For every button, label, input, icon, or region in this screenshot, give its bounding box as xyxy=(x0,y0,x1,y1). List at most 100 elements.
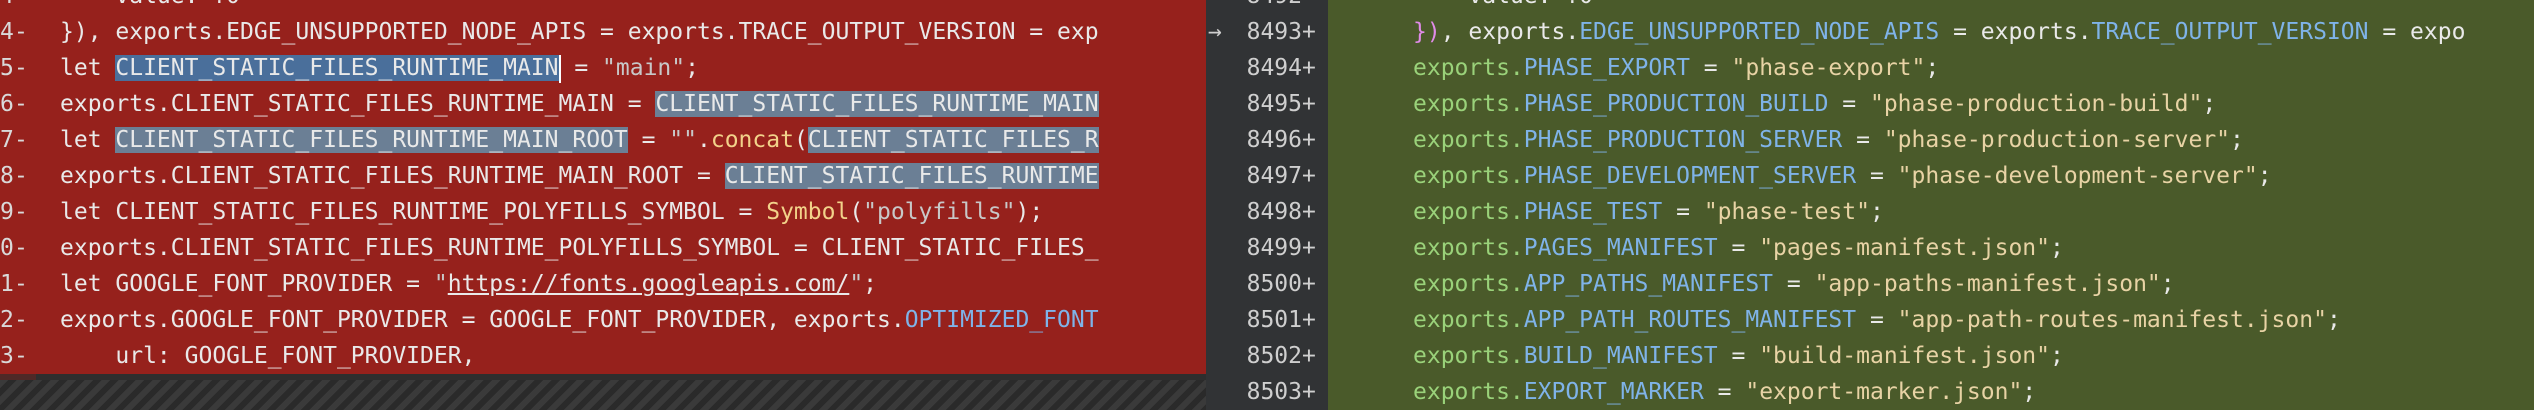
addition-marker: + xyxy=(1302,379,1316,405)
line-number: 9 xyxy=(0,199,14,225)
added-code-line[interactable]: exports.PAGES_MANIFEST = "pages-manifest… xyxy=(1328,230,2534,266)
code-token: ; xyxy=(2202,91,2217,117)
code-token: exports. xyxy=(1413,307,1524,333)
code-token: let xyxy=(60,127,116,153)
addition-marker: + xyxy=(1302,307,1316,333)
addition-marker: + xyxy=(1302,55,1316,81)
deletion-marker: - xyxy=(14,199,28,225)
code-token: exports. xyxy=(1413,127,1524,153)
line-number: 6 xyxy=(0,91,14,117)
code-token: PHASE_TEST xyxy=(1523,199,1663,225)
line-number: 7 xyxy=(0,127,14,153)
line-code: exports.PHASE_PRODUCTION_BUILD = "phase-… xyxy=(1413,86,2216,122)
code-token: = xyxy=(1717,235,1760,261)
addition-marker: + xyxy=(1302,271,1316,297)
gutter-line-number: 8495 xyxy=(1246,91,1302,117)
code-token: PAGES_MANIFEST xyxy=(1523,235,1718,261)
gutter-line-number: 8498 xyxy=(1246,199,1302,225)
added-code-line[interactable]: exports.APP_PATHS_MANIFEST = "app-paths-… xyxy=(1328,266,2534,302)
code-token: }), exports.EDGE_UNSUPPORTED_NODE_APIS =… xyxy=(60,19,1099,45)
deletion-marker: - xyxy=(14,0,36,14)
right-diff-pane[interactable]: value: !0 }), exports.EDGE_UNSUPPORTED_NO… xyxy=(1328,0,2534,410)
added-code-line[interactable]: exports.PHASE_PRODUCTION_BUILD = "phase-… xyxy=(1328,86,2534,122)
code-token: Symbol xyxy=(766,199,850,225)
code-token: CLIENT_STATIC_FILES_R xyxy=(807,127,1099,153)
line-code: let CLIENT_STATIC_FILES_RUNTIME_MAIN_ROO… xyxy=(60,122,1099,158)
deleted-code-line[interactable]: 7- let CLIENT_STATIC_FILES_RUNTIME_MAIN_R… xyxy=(0,122,1206,158)
code-token: " xyxy=(433,271,448,297)
code-token: TRACE_OUTPUT_VERSION xyxy=(2091,19,2369,45)
line-code: }), exports.EDGE_UNSUPPORTED_NODE_APIS =… xyxy=(60,14,1099,50)
code-token: ; xyxy=(2050,235,2064,261)
deletion-marker: - xyxy=(14,91,28,117)
code-token: concat xyxy=(710,127,794,153)
line-number: 5 xyxy=(0,55,14,81)
code-token: exports. xyxy=(1413,199,1524,225)
left-diff-pane[interactable]: 4- value: !04-}), exports.EDGE_UNSUPPORT… xyxy=(0,0,1206,410)
line-code: let CLIENT_STATIC_FILES_RUNTIME_POLYFILL… xyxy=(60,194,1043,230)
line-number: 4 xyxy=(0,0,14,14)
added-code-line[interactable]: exports.BUILD_MANIFEST = "build-manifest… xyxy=(1328,338,2534,374)
deleted-code-line[interactable]: 4-}), exports.EDGE_UNSUPPORTED_NODE_APIS… xyxy=(0,14,1206,50)
code-token: }) xyxy=(1413,19,1441,45)
code-token: ; xyxy=(1869,199,1884,225)
added-code-line[interactable]: exports.EXPORT_MARKER = "export-marker.j… xyxy=(1328,374,2534,410)
code-token: exports. xyxy=(60,163,171,189)
code-token: . xyxy=(697,127,711,153)
apply-change-arrow-icon[interactable]: → xyxy=(1208,14,1238,50)
line-code: let GOOGLE_FONT_PROVIDER = "https://font… xyxy=(60,266,877,302)
deleted-code-line[interactable]: 4- value: !0 xyxy=(0,0,1206,14)
deleted-code-line[interactable]: 5- let CLIENT_STATIC_FILES_RUNTIME_MAIN =… xyxy=(0,50,1206,86)
line-code: exports.CLIENT_STATIC_FILES_RUNTIME_MAIN… xyxy=(60,158,1099,194)
added-code-line[interactable]: exports.PHASE_DEVELOPMENT_SERVER = "phas… xyxy=(1328,158,2534,194)
deletion-marker: - xyxy=(14,127,28,153)
code-token: = xyxy=(1856,307,1898,333)
code-token: "phase-development-server" xyxy=(1897,163,2258,189)
line-number: 0 xyxy=(0,235,14,261)
line-code: exports.EXPORT_MARKER = "export-marker.j… xyxy=(1413,374,2036,410)
code-token: "export-marker.json" xyxy=(1745,379,2023,405)
deleted-code-line[interactable]: 3- url: GOOGLE_FONT_PROVIDER, xyxy=(0,338,1206,374)
line-code: value: !0 xyxy=(1413,0,1593,14)
deleted-code-line[interactable]: 1- let GOOGLE_FONT_PROVIDER = "https://fo… xyxy=(0,266,1206,302)
code-token: EXPORT_MARKER xyxy=(1523,379,1704,405)
deleted-code-line[interactable]: 8- exports.CLIENT_STATIC_FILES_RUNTIME_MA… xyxy=(0,158,1206,194)
code-token: value: !0 xyxy=(1413,0,1593,9)
deleted-code-line[interactable]: 0- exports.CLIENT_STATIC_FILES_RUNTIME_PO… xyxy=(0,230,1206,266)
addition-marker: + xyxy=(1302,19,1316,45)
code-token: let GOOGLE_FONT_PROVIDER = xyxy=(60,271,434,297)
added-code-line[interactable]: exports.PHASE_EXPORT = "phase-export"; xyxy=(1328,50,2534,86)
line-code: let CLIENT_STATIC_FILES_RUNTIME_MAIN = "… xyxy=(60,50,699,86)
code-token: "phase-test" xyxy=(1703,199,1870,225)
deleted-code-line[interactable]: 9- let CLIENT_STATIC_FILES_RUNTIME_POLYFI… xyxy=(0,194,1206,230)
deleted-code-line[interactable]: 6- exports.CLIENT_STATIC_FILES_RUNTIME_MA… xyxy=(0,86,1206,122)
code-token: = xyxy=(1842,127,1884,153)
code-token: = xyxy=(560,55,603,81)
code-token: APP_PATH_ROUTES_MANIFEST xyxy=(1523,307,1857,333)
code-token: " xyxy=(849,271,864,297)
added-code-line[interactable]: exports.PHASE_TEST = "phase-test"; xyxy=(1328,194,2534,230)
code-token: PHASE_PRODUCTION_SERVER xyxy=(1523,127,1843,153)
gutter-line-number: 8497 xyxy=(1246,163,1302,189)
code-token: = exports. xyxy=(1939,19,2092,45)
deleted-code-line[interactable]: 2- exports.GOOGLE_FONT_PROVIDER = GOOGLE_… xyxy=(0,302,1206,338)
added-code-line[interactable]: exports.APP_PATH_ROUTES_MANIFEST = "app-… xyxy=(1328,302,2534,338)
code-token: "phase-export" xyxy=(1731,55,1926,81)
code-token: APP_PATHS_MANIFEST xyxy=(1523,271,1774,297)
left-end-hatch xyxy=(0,380,1206,410)
code-token: = xyxy=(683,163,725,189)
code-token: BUILD_MANIFEST xyxy=(1523,343,1718,369)
added-code-line[interactable]: value: !0 xyxy=(1328,0,2534,14)
code-token: exports. xyxy=(1413,91,1524,117)
deletion-marker: - xyxy=(14,307,28,333)
added-code-line[interactable]: exports.PHASE_PRODUCTION_SERVER = "phase… xyxy=(1328,122,2534,158)
code-token: exports. xyxy=(1413,379,1524,405)
added-code-line[interactable]: }), exports.EDGE_UNSUPPORTED_NODE_APIS =… xyxy=(1328,14,2534,50)
deletion-marker: - xyxy=(14,55,28,81)
code-token: ; xyxy=(1925,55,1940,81)
code-token: ); xyxy=(1015,199,1044,225)
code-token: ; xyxy=(2326,307,2341,333)
addition-marker: + xyxy=(1302,91,1316,117)
center-line-gutter: 84928493+8494+8495+8496+8497+8498+8499+8… xyxy=(1206,0,1328,410)
code-token: "app-path-routes-manifest.json" xyxy=(1897,307,2327,333)
